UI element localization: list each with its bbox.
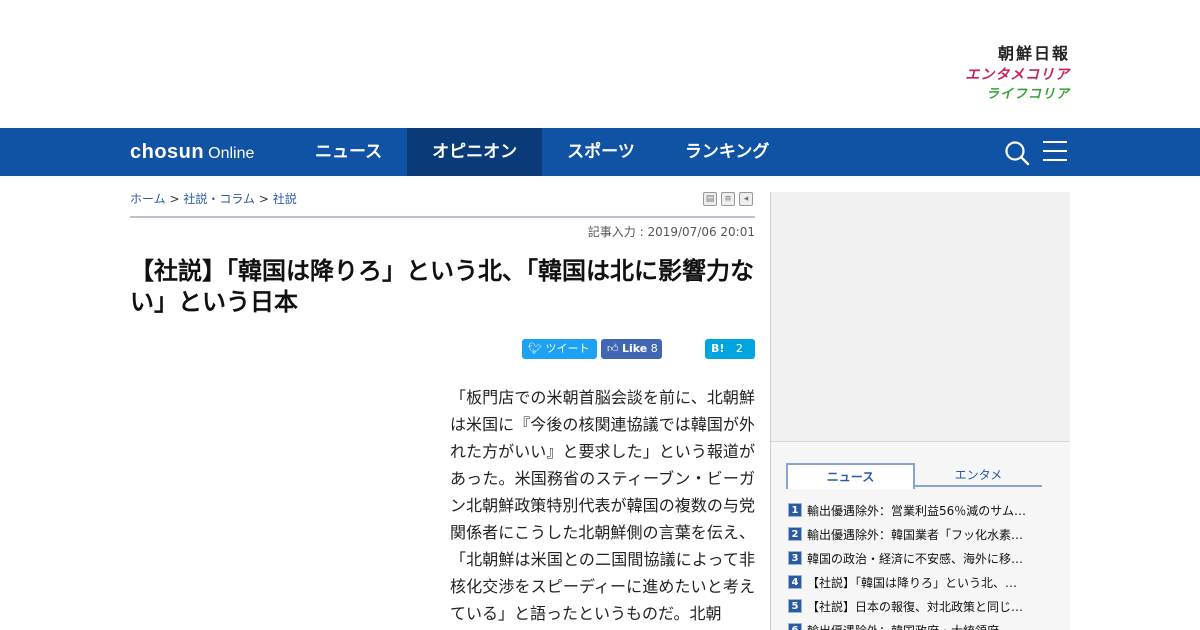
search-icon[interactable]: [1004, 140, 1030, 166]
print-icon[interactable]: ▤: [703, 192, 717, 206]
nav-item-sports[interactable]: スポーツ: [542, 128, 660, 176]
brand-main-text: chosun: [130, 141, 205, 163]
nav-menu: ニュース オピニオン スポーツ ランキング: [290, 128, 794, 176]
breadcrumb-current[interactable]: 社説: [273, 192, 297, 206]
hamburger-menu-icon[interactable]: [1043, 141, 1067, 163]
header-divider: [130, 216, 755, 218]
partner-logos: 朝鮮日報 エンタメコリア ライフコリア: [930, 44, 1070, 104]
article-body: 「板門店での米朝首脳会談を前に、北朝鮮は米国に『今後の核関連協議では韓国が外れた…: [450, 388, 755, 623]
ranking-panel: ニュース エンタメ 1 輸出優遇除外：営業利益56％減のサム… 2 輸出優遇除外…: [771, 442, 1070, 630]
tweet-label: ツイート: [545, 342, 590, 355]
tab-entame[interactable]: エンタメ: [915, 463, 1042, 487]
ranking-item[interactable]: 1 輸出優遇除外：営業利益56％減のサム…: [788, 498, 1058, 522]
ranking-item[interactable]: 3 韓国の政治・経済に不安感、海外に移…: [788, 546, 1058, 570]
rank-number: 6: [788, 623, 802, 630]
ranking-item[interactable]: 6 輸出優遇除外：韓国政府・大統領府…: [788, 618, 1058, 630]
breadcrumb-separator: >: [169, 192, 180, 206]
article-headline: 【社説】「韓国は降りろ」という北、「韓国は北に影響力ない」という日本: [130, 257, 754, 316]
article-tools: ▤ ≡ ◂: [703, 192, 753, 206]
advertisement-area: [771, 192, 1070, 442]
hatena-bookmark-button[interactable]: B! 2: [705, 339, 755, 359]
rank-title: 韓国の政治・経済に不安感、海外に移…: [807, 551, 1024, 566]
rank-number: 5: [788, 599, 802, 613]
right-sidebar: ニュース エンタメ 1 輸出優遇除外：営業利益56％減のサム… 2 輸出優遇除外…: [770, 192, 1070, 630]
site-brand-logo[interactable]: chosun Online: [130, 138, 254, 166]
ranking-tabs: ニュース エンタメ: [786, 463, 1042, 489]
thumbs-up-icon: 👍︎: [607, 342, 619, 355]
rank-title: 輸出優遇除外：韓国政府・大統領府…: [807, 622, 1011, 630]
ranking-item[interactable]: 4 【社説】「韓国は降りろ」という北、…: [788, 570, 1058, 594]
main-navbar: chosun Online ニュース オピニオン スポーツ ランキング: [0, 128, 1200, 176]
article-date: 記事入力 : 2019/07/06 20:01: [587, 225, 755, 239]
chosun-ilbo-logo[interactable]: 朝鮮日報: [930, 44, 1070, 64]
breadcrumb: ホーム > 社説・コラム > 社説: [130, 190, 297, 207]
back-icon[interactable]: ◂: [739, 192, 753, 206]
rank-number: 2: [788, 527, 802, 541]
rank-number: 3: [788, 551, 802, 565]
breadcrumb-separator: >: [258, 192, 269, 206]
tab-news[interactable]: ニュース: [786, 463, 915, 489]
life-korea-logo[interactable]: ライフコリア: [930, 86, 1070, 104]
breadcrumb-section[interactable]: 社説・コラム: [183, 192, 255, 206]
facebook-like-button[interactable]: 👍︎ Like 8: [601, 339, 662, 359]
ranking-list: 1 輸出優遇除外：営業利益56％減のサム… 2 輸出優遇除外：韓国業者「フッ化水…: [788, 498, 1058, 630]
rank-title: 輸出優遇除外：営業利益56％減のサム…: [807, 503, 1027, 518]
breadcrumb-home[interactable]: ホーム: [130, 192, 166, 206]
twitter-bird-icon: 🐦︎: [528, 342, 542, 355]
rank-title: 輸出優遇除外：韓国業者「フッ化水素…: [807, 527, 1024, 542]
ranking-item[interactable]: 5 【社説】日本の報復、対北政策と同じ…: [788, 594, 1058, 618]
tweet-button[interactable]: 🐦︎ ツイート: [522, 339, 597, 359]
brand-sub-text: Online: [208, 145, 255, 162]
rank-number: 1: [788, 503, 802, 517]
like-label: Like: [622, 342, 648, 355]
text-view-icon[interactable]: ≡: [721, 192, 735, 206]
nav-item-opinion[interactable]: オピニオン: [407, 128, 543, 176]
rank-title: 【社説】日本の報復、対北政策と同じ…: [807, 599, 1024, 614]
rank-number: 4: [788, 575, 802, 589]
rank-title: 【社説】「韓国は降りろ」という北、…: [807, 575, 1018, 590]
like-count: 8: [650, 342, 658, 355]
entame-korea-logo[interactable]: エンタメコリア: [930, 64, 1070, 86]
hatena-b-icon: B!: [711, 342, 725, 355]
hatena-count: 2: [735, 342, 743, 355]
nav-item-news[interactable]: ニュース: [290, 128, 407, 176]
nav-item-ranking[interactable]: ランキング: [660, 128, 795, 176]
ranking-item[interactable]: 2 輸出優遇除外：韓国業者「フッ化水素…: [788, 522, 1058, 546]
